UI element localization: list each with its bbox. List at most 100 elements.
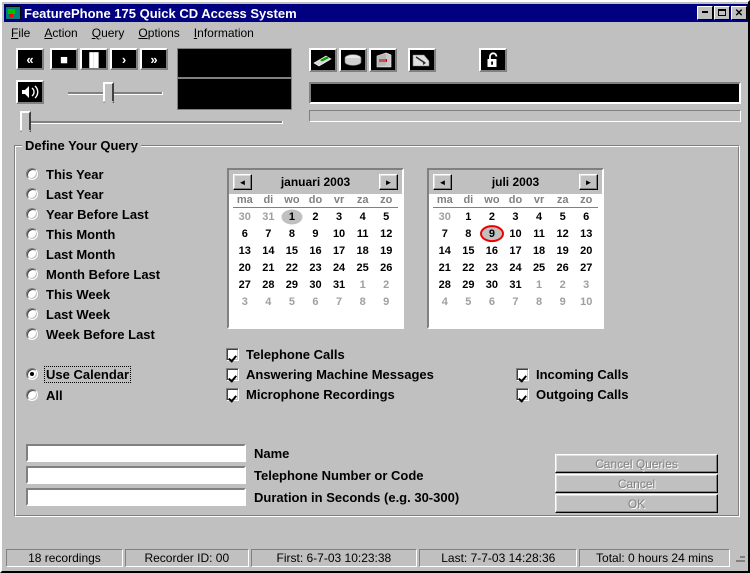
seek-slider-thumb[interactable] [20,111,31,136]
calendar-day[interactable]: 10 [327,225,351,242]
calendar-day[interactable]: 30 [304,276,328,293]
calendar-day[interactable]: 8 [527,293,551,310]
maximize-button[interactable] [714,6,730,20]
seek-slider-track[interactable] [20,121,283,124]
calendar-day[interactable]: 23 [480,259,504,276]
calendar-day[interactable]: 19 [551,242,575,259]
telephone-field[interactable] [26,466,246,484]
cancel-button[interactable]: Cancel [555,474,718,493]
calendar-day[interactable]: 11 [351,225,375,242]
calendar-day[interactable]: 7 [504,293,528,310]
pause-button[interactable]: ▐▌ [80,48,108,70]
close-button[interactable]: ✕ [731,6,747,20]
volume-slider-track[interactable] [68,92,163,95]
calendar-day[interactable]: 2 [551,276,575,293]
radio-this-week[interactable]: This Week [26,286,110,302]
menu-item-information[interactable]: Information [187,25,261,41]
start-calendar[interactable]: ◄ januari 2003 ► ma di wo do vr za zo 30… [227,168,404,329]
resize-grip[interactable] [732,551,746,565]
calendar-day[interactable]: 15 [457,242,481,259]
calendar-day[interactable]: 27 [233,276,257,293]
calendar-day[interactable]: 30 [480,276,504,293]
calendar-day[interactable]: 14 [433,242,457,259]
calendar-day[interactable]: 3 [574,276,598,293]
calendar-day[interactable]: 24 [504,259,528,276]
calendar-day[interactable]: 22 [280,259,304,276]
calendar-prev-button[interactable]: ◄ [433,174,452,190]
calendar-day[interactable]: 13 [574,225,598,242]
calendar-day[interactable]: 31 [257,208,281,225]
calendar-day[interactable]: 31 [327,276,351,293]
calendar-day[interactable]: 1 [527,276,551,293]
calendar-day[interactable]: 3 [233,293,257,310]
calendar-day[interactable]: 8 [351,293,375,310]
radio-last-week[interactable]: Last Week [26,306,110,322]
ok-button[interactable]: OK [555,494,718,513]
calendar-day[interactable]: 10 [574,293,598,310]
calendar-day[interactable]: 10 [504,225,528,242]
calendar-day[interactable]: 26 [551,259,575,276]
stop-button[interactable]: ■ [50,48,78,70]
menu-item-options[interactable]: Options [131,25,186,41]
calendar-day[interactable]: 23 [304,259,328,276]
calendar-day[interactable]: 17 [327,242,351,259]
radio-last-year[interactable]: Last Year [26,186,104,202]
calendar-day[interactable]: 9 [374,293,398,310]
calendar-day[interactable]: 3 [504,208,528,225]
calendar-day[interactable]: 5 [280,293,304,310]
calendar-day[interactable]: 2 [304,208,328,225]
radio-last-month[interactable]: Last Month [26,246,115,262]
calendar-day[interactable]: 6 [574,208,598,225]
calendar-day[interactable]: 7 [433,225,457,242]
checkbox-microphone-recordings[interactable]: Microphone Recordings [226,386,395,402]
volume-speaker-button[interactable] [16,80,44,104]
calendar-day[interactable]: 8 [457,225,481,242]
calendar-day[interactable]: 20 [574,242,598,259]
calendar-day-selected-annotated[interactable]: 9 [480,225,504,242]
cd-tower-icon-button[interactable] [369,48,397,72]
calendar-day[interactable]: 27 [574,259,598,276]
calendar-day[interactable]: 4 [351,208,375,225]
menu-item-query[interactable]: Query [85,25,132,41]
calendar-next-button[interactable]: ► [579,174,598,190]
calendar-day[interactable]: 7 [257,225,281,242]
pen-marker-icon-button[interactable] [309,48,337,72]
calendar-day[interactable]: 31 [504,276,528,293]
disc-icon-button[interactable] [339,48,367,72]
scanner-icon-button[interactable] [408,48,436,72]
calendar-day[interactable]: 21 [257,259,281,276]
calendar-day[interactable]: 12 [551,225,575,242]
calendar-day[interactable]: 19 [374,242,398,259]
calendar-day[interactable]: 25 [351,259,375,276]
fast-forward-button[interactable]: » [140,48,168,70]
checkbox-answering-machine-messages[interactable]: Answering Machine Messages [226,366,434,382]
calendar-day[interactable]: 20 [233,259,257,276]
play-button[interactable]: › [110,48,138,70]
radio-this-month[interactable]: This Month [26,226,115,242]
checkbox-outgoing-calls[interactable]: Outgoing Calls [516,386,628,402]
radio-use-calendar[interactable]: Use Calendar [26,365,132,383]
calendar-day[interactable]: 7 [327,293,351,310]
menu-item-file[interactable]: File [4,25,37,41]
menu-item-action[interactable]: Action [37,25,84,41]
calendar-day[interactable]: 29 [280,276,304,293]
name-field[interactable] [26,444,246,462]
calendar-day[interactable]: 3 [327,208,351,225]
calendar-day[interactable]: 6 [480,293,504,310]
calendar-day[interactable]: 11 [527,225,551,242]
duration-input[interactable] [28,490,244,504]
calendar-day[interactable]: 6 [233,225,257,242]
calendar-day[interactable]: 9 [304,225,328,242]
calendar-day[interactable]: 18 [527,242,551,259]
radio-week-before-last[interactable]: Week Before Last [26,326,155,342]
calendar-day[interactable]: 1 [351,276,375,293]
volume-slider-thumb[interactable] [103,82,114,107]
calendar-day[interactable]: 5 [551,208,575,225]
calendar-day[interactable]: 4 [433,293,457,310]
calendar-day[interactable]: 30 [233,208,257,225]
calendar-day[interactable]: 25 [527,259,551,276]
calendar-day[interactable]: 18 [351,242,375,259]
calendar-next-button[interactable]: ► [379,174,398,190]
calendar-day[interactable]: 2 [480,208,504,225]
radio-month-before-last[interactable]: Month Before Last [26,266,160,282]
